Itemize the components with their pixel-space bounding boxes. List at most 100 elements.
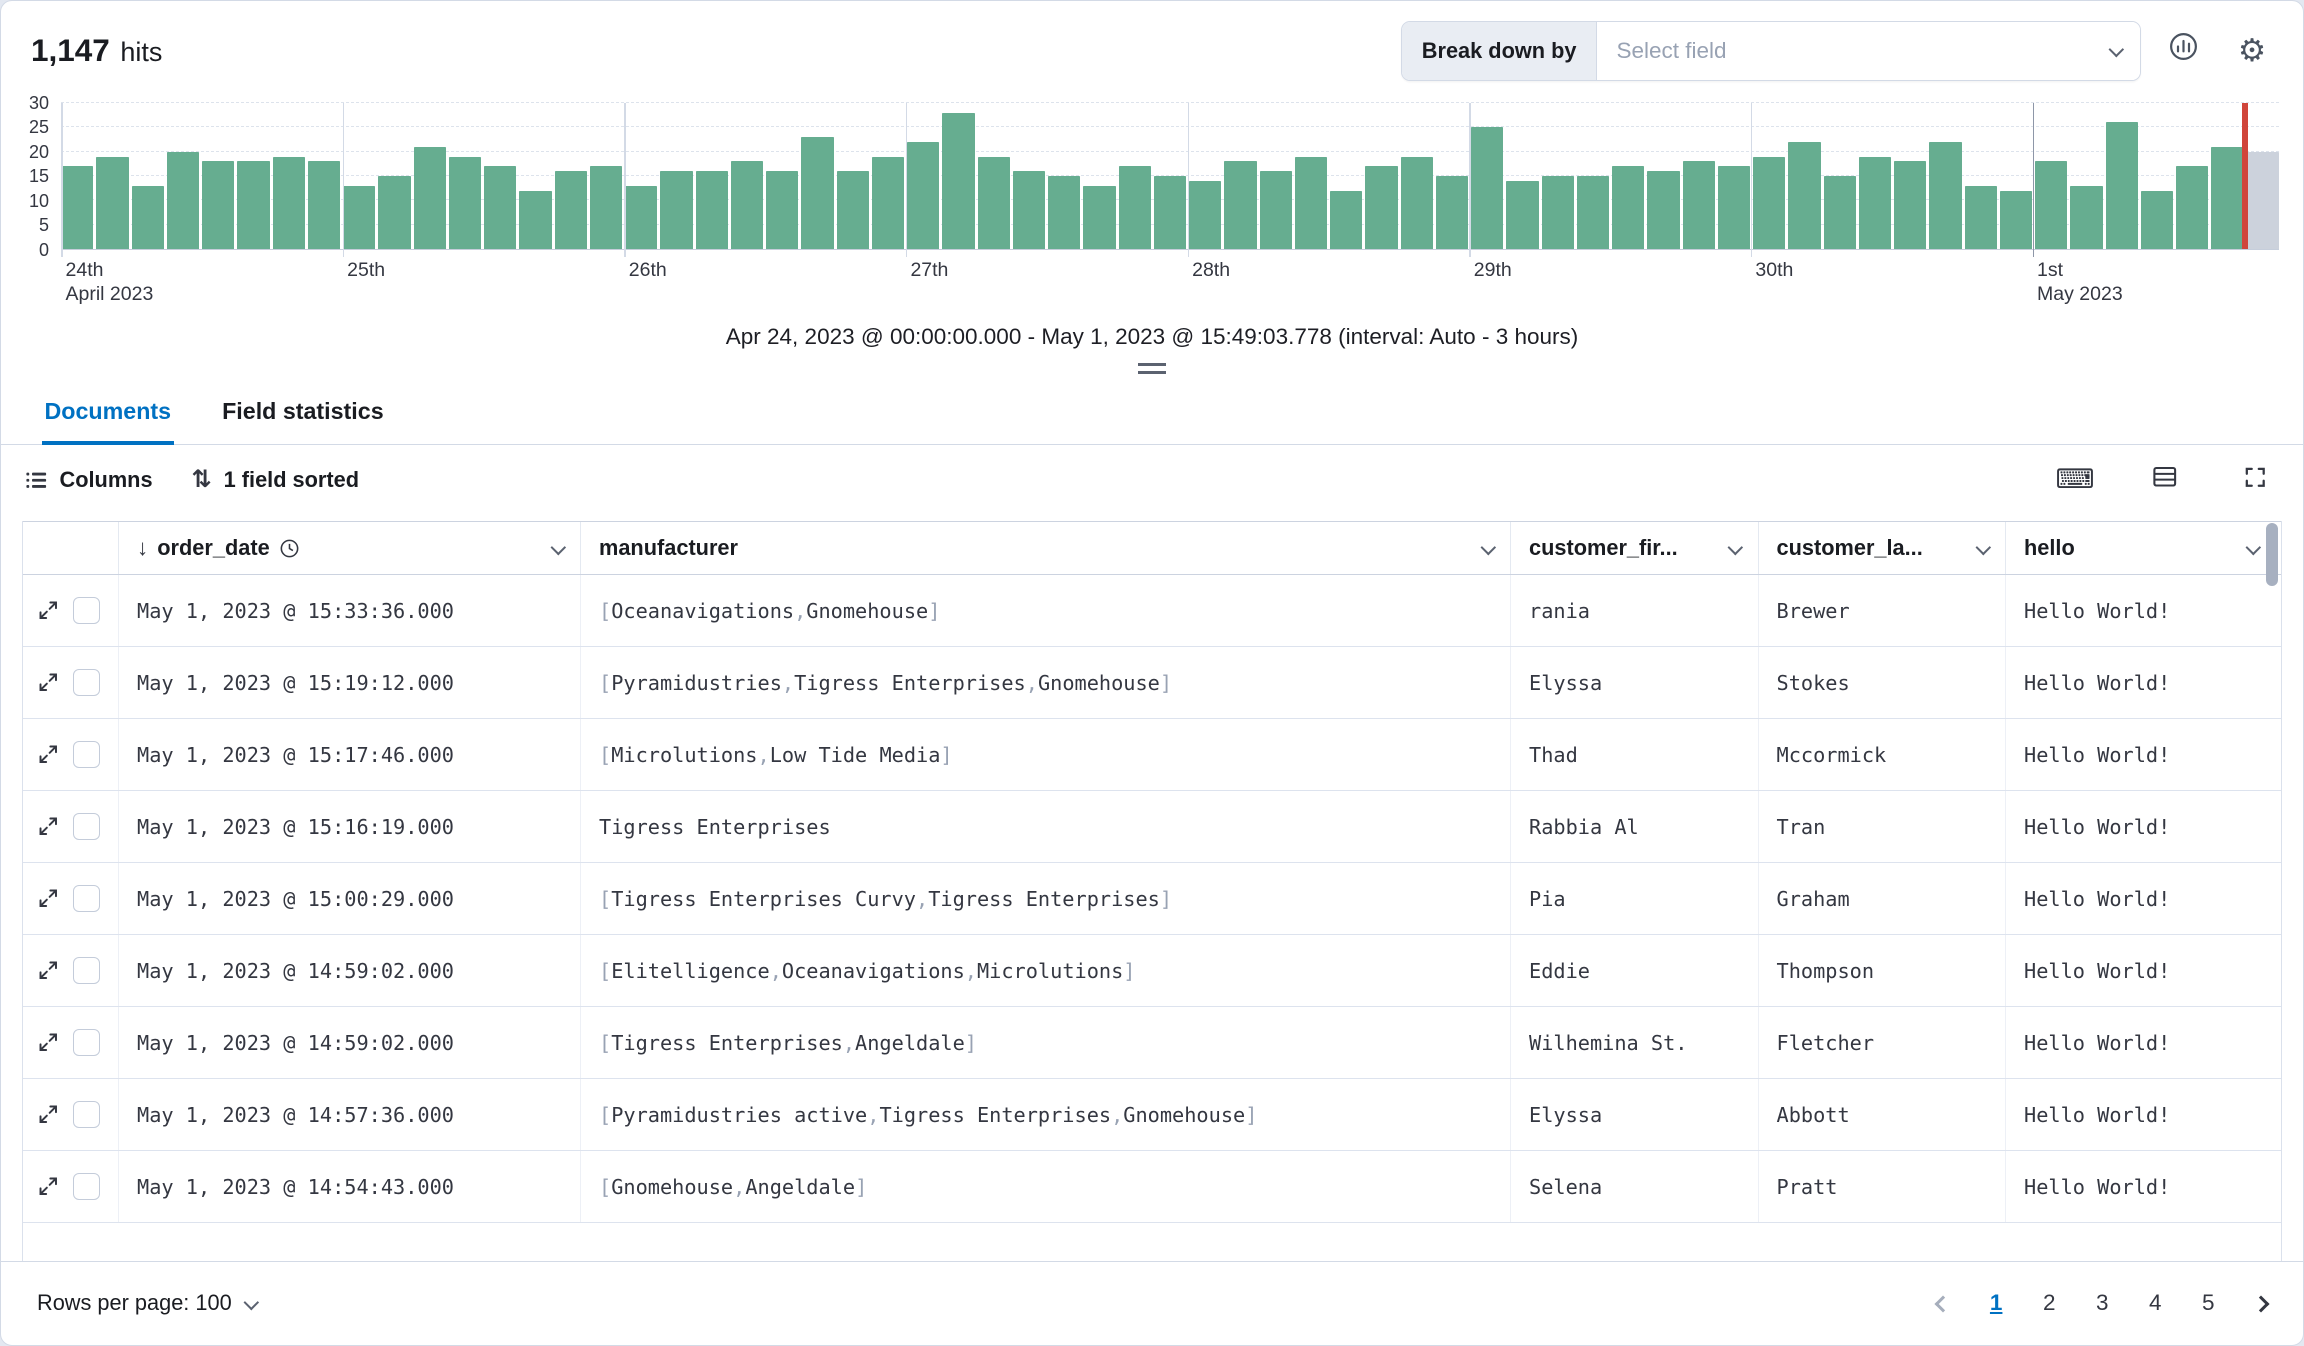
histogram-bar[interactable] (378, 176, 410, 249)
histogram-bar[interactable] (2176, 166, 2208, 249)
histogram-bar[interactable] (625, 186, 657, 249)
row-checkbox[interactable] (73, 885, 100, 912)
histogram-bar[interactable] (1506, 181, 1538, 249)
histogram-bar[interactable] (1013, 171, 1045, 249)
histogram-bar[interactable] (132, 186, 164, 249)
histogram-bar[interactable] (1260, 171, 1292, 249)
histogram-bar[interactable] (1824, 176, 1856, 249)
column-header-manufacturer[interactable]: manufacturer (581, 522, 1511, 574)
fullscreen-button[interactable] (2231, 456, 2279, 504)
chart-options-button[interactable]: ⚙ (2225, 24, 2279, 78)
histogram-bar[interactable] (2141, 191, 2173, 249)
edit-visualization-button[interactable] (2156, 24, 2210, 78)
histogram-bar[interactable] (2211, 147, 2243, 249)
histogram-bar[interactable] (484, 166, 516, 249)
histogram-bar[interactable] (519, 191, 551, 249)
row-checkbox[interactable] (73, 597, 100, 624)
histogram-bar[interactable] (766, 171, 798, 249)
histogram-bar[interactable] (1436, 176, 1468, 249)
rows-per-page-button[interactable]: Rows per page: 100 (37, 1290, 256, 1316)
histogram-bar[interactable] (2106, 122, 2138, 249)
expand-row-icon[interactable] (37, 743, 60, 766)
row-checkbox[interactable] (73, 1173, 100, 1200)
histogram-bar[interactable] (1859, 157, 1891, 249)
histogram-bar[interactable] (696, 171, 728, 249)
row-checkbox[interactable] (73, 669, 100, 696)
display-options-button[interactable] (2141, 456, 2189, 504)
histogram-bar[interactable] (1965, 186, 1997, 249)
row-checkbox[interactable] (73, 1101, 100, 1128)
page-5[interactable]: 5 (2202, 1290, 2215, 1316)
histogram-bar[interactable] (1119, 166, 1151, 249)
column-header-customer_la[interactable]: customer_la... (1759, 522, 2007, 574)
histogram-bar[interactable] (1471, 127, 1503, 249)
expand-row-icon[interactable] (37, 671, 60, 694)
histogram-bar[interactable] (2035, 161, 2067, 249)
expand-row-icon[interactable] (37, 1103, 60, 1126)
tab-documents[interactable]: Documents (42, 378, 175, 445)
histogram-bar[interactable] (308, 161, 340, 249)
chevron-down-icon[interactable] (1975, 540, 1990, 555)
histogram-bar[interactable] (1189, 181, 1221, 249)
row-checkbox[interactable] (73, 741, 100, 768)
panel-resize-handle[interactable] (1, 350, 2303, 379)
histogram-bar[interactable] (731, 161, 763, 249)
histogram-bar[interactable] (555, 171, 587, 249)
histogram-bar[interactable] (801, 137, 833, 249)
histogram-bar[interactable] (1083, 186, 1115, 249)
histogram-bar[interactable] (1330, 191, 1362, 249)
histogram-bar[interactable] (1401, 157, 1433, 249)
histogram-bar[interactable] (978, 157, 1010, 249)
page-3[interactable]: 3 (2096, 1290, 2109, 1316)
chevron-down-icon[interactable] (1480, 540, 1495, 555)
histogram-bar[interactable] (660, 171, 692, 249)
histogram-bar[interactable] (237, 161, 269, 249)
histogram-bar[interactable] (2070, 186, 2102, 249)
expand-row-icon[interactable] (37, 815, 60, 838)
breakdown-select[interactable]: Select field (1597, 22, 2140, 80)
histogram-bar[interactable] (1577, 176, 1609, 249)
row-checkbox[interactable] (73, 813, 100, 840)
expand-row-icon[interactable] (37, 1031, 60, 1054)
histogram-bar[interactable] (1683, 161, 1715, 249)
sort-fields-button[interactable]: ⇅ 1 field sorted (192, 465, 359, 494)
row-checkbox[interactable] (73, 957, 100, 984)
histogram-bar[interactable] (590, 166, 622, 249)
expand-row-icon[interactable] (37, 1175, 60, 1198)
histogram-bar[interactable] (1048, 176, 1080, 249)
histogram-bar[interactable] (1154, 176, 1186, 249)
histogram-bar[interactable] (1753, 157, 1785, 249)
page-2[interactable]: 2 (2043, 1290, 2056, 1316)
columns-button[interactable]: Columns (25, 467, 153, 493)
histogram-bar[interactable] (1542, 176, 1574, 249)
keyboard-shortcuts-button[interactable]: ⌨ (2051, 456, 2099, 504)
grid-scrollbar-thumb[interactable] (2266, 523, 2278, 586)
expand-row-icon[interactable] (37, 959, 60, 982)
row-checkbox[interactable] (73, 1029, 100, 1056)
expand-row-icon[interactable] (37, 599, 60, 622)
histogram-bar[interactable] (167, 152, 199, 249)
histogram-bar[interactable] (96, 157, 128, 249)
histogram-bar[interactable] (1224, 161, 1256, 249)
histogram-bar[interactable] (1894, 161, 1926, 249)
histogram-bar[interactable] (907, 142, 939, 249)
tab-field-statistics[interactable]: Field statistics (219, 378, 387, 445)
histogram-bar[interactable] (942, 113, 974, 249)
histogram-bar[interactable] (2247, 152, 2279, 249)
histogram-bar[interactable] (1718, 166, 1750, 249)
previous-page-button[interactable] (1937, 1290, 1949, 1316)
page-4[interactable]: 4 (2149, 1290, 2162, 1316)
page-1[interactable]: 1 (1990, 1290, 2003, 1316)
histogram-bar[interactable] (1295, 157, 1327, 249)
histogram-bar[interactable] (343, 186, 375, 249)
chevron-down-icon[interactable] (2245, 540, 2260, 555)
histogram-bar[interactable] (449, 157, 481, 249)
histogram-bar[interactable] (61, 166, 93, 249)
histogram-bar[interactable] (202, 161, 234, 249)
histogram-bar[interactable] (1647, 171, 1679, 249)
histogram-bar[interactable] (1612, 166, 1644, 249)
chevron-down-icon[interactable] (550, 540, 565, 555)
histogram-bar[interactable] (1365, 166, 1397, 249)
next-page-button[interactable] (2255, 1290, 2267, 1316)
histogram-bar[interactable] (1929, 142, 1961, 249)
